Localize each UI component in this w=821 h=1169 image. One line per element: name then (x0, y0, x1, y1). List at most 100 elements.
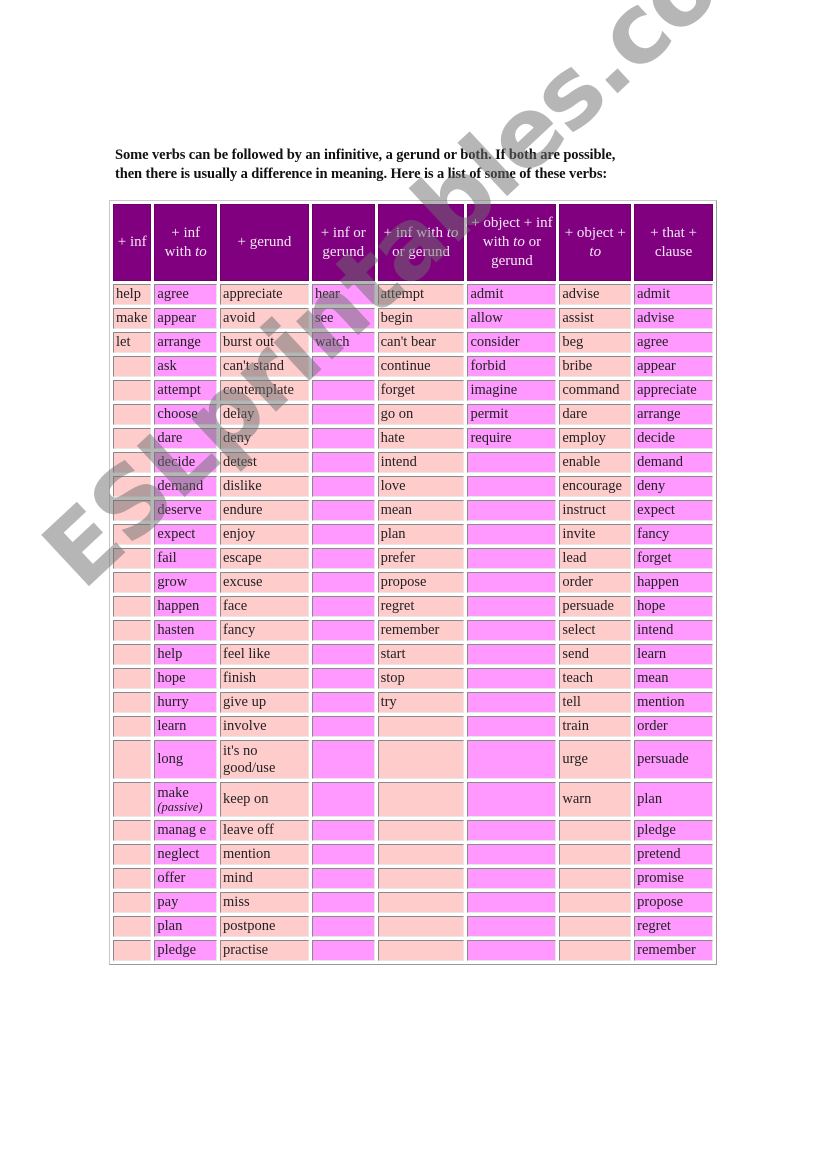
cell-inf (113, 356, 152, 377)
cell-inf-with-to: long (154, 740, 218, 779)
intro-paragraph: Some verbs can be followed by an infinit… (115, 146, 715, 184)
cell-gerund: leave off (220, 820, 309, 841)
cell-gerund: excuse (220, 572, 309, 593)
cell-object-to: dare (559, 404, 632, 425)
cell-that-clause: promise (634, 868, 713, 889)
cell-inf-with-to-or-gerund: attempt (377, 284, 465, 305)
cell-inf-or-gerund (311, 644, 375, 665)
cell-object-inf-with-to-or-gerund: permit (467, 404, 557, 425)
cell-inf-or-gerund (311, 452, 375, 473)
verb-table: + inf + inf with to + gerund + inf or ge… (110, 201, 716, 964)
cell-inf-with-to-or-gerund: propose (377, 572, 465, 593)
cell-inf-or-gerund (311, 782, 375, 817)
cell-gerund: avoid (220, 308, 309, 329)
cell-object-inf-with-to-or-gerund (467, 820, 557, 841)
cell-that-clause: happen (634, 572, 713, 593)
cell-gerund: enjoy (220, 524, 309, 545)
cell-object-inf-with-to-or-gerund: forbid (467, 356, 557, 377)
cell-inf-with-to-or-gerund: can't bear (377, 332, 465, 353)
cell-object-inf-with-to-or-gerund (467, 716, 557, 737)
cell-inf-with-to: attempt (154, 380, 218, 401)
cell-inf-with-to: hasten (154, 620, 218, 641)
cell-that-clause: persuade (634, 740, 713, 779)
cell-object-inf-with-to-or-gerund (467, 644, 557, 665)
header-inf-or-gerund: + inf or gerund (311, 204, 375, 281)
cell-object-to: invite (559, 524, 632, 545)
cell-inf-or-gerund: watch (311, 332, 375, 353)
cell-gerund: dislike (220, 476, 309, 497)
cell-that-clause: pretend (634, 844, 713, 865)
cell-object-to: tell (559, 692, 632, 713)
cell-that-clause: pledge (634, 820, 713, 841)
cell-gerund: involve (220, 716, 309, 737)
cell-object-inf-with-to-or-gerund (467, 844, 557, 865)
cell-inf-with-to-or-gerund: remember (377, 620, 465, 641)
cell-inf (113, 782, 152, 817)
cell-inf-with-to-or-gerund (377, 820, 465, 841)
cell-object-inf-with-to-or-gerund (467, 916, 557, 937)
cell-inf (113, 820, 152, 841)
cell-inf-with-to: manag e (154, 820, 218, 841)
cell-that-clause: arrange (634, 404, 713, 425)
cell-that-clause: forget (634, 548, 713, 569)
cell-inf (113, 524, 152, 545)
cell-inf (113, 476, 152, 497)
cell-inf-with-to-or-gerund: continue (377, 356, 465, 377)
cell-inf (113, 620, 152, 641)
table-row: plan postpone regret (113, 916, 713, 937)
cell-that-clause: advise (634, 308, 713, 329)
table-row: happen face regret persuade hope (113, 596, 713, 617)
cell-that-clause: demand (634, 452, 713, 473)
cell-object-to: teach (559, 668, 632, 689)
cell-inf-or-gerund (311, 500, 375, 521)
cell-object-to (559, 844, 632, 865)
cell-inf-or-gerund (311, 548, 375, 569)
cell-inf-with-to-or-gerund: love (377, 476, 465, 497)
table-row: demand dislike love encourage deny (113, 476, 713, 497)
header-that-clause: + that + clause (634, 204, 713, 281)
cell-inf-or-gerund (311, 716, 375, 737)
cell-inf-with-to: dare (154, 428, 218, 449)
cell-inf-or-gerund (311, 404, 375, 425)
table-row: decide detest intend enable demand (113, 452, 713, 473)
cell-inf (113, 716, 152, 737)
cell-inf-or-gerund (311, 820, 375, 841)
cell-inf-or-gerund (311, 428, 375, 449)
table-row: expect enjoy plan invite fancy (113, 524, 713, 545)
table-row: neglect mention pretend (113, 844, 713, 865)
table-row: fail escape prefer lead forget (113, 548, 713, 569)
cell-object-to: lead (559, 548, 632, 569)
cell-inf (113, 740, 152, 779)
table-row: choose delay go on permit dare arrange (113, 404, 713, 425)
cell-inf (113, 596, 152, 617)
cell-inf-or-gerund (311, 524, 375, 545)
cell-object-inf-with-to-or-gerund (467, 620, 557, 641)
table-row: pledge practise remember (113, 940, 713, 961)
cell-object-to: beg (559, 332, 632, 353)
header-gerund: + gerund (220, 204, 309, 281)
cell-object-to: warn (559, 782, 632, 817)
cell-that-clause: remember (634, 940, 713, 961)
header-inf-with-to-or-gerund: + inf with to or gerund (377, 204, 465, 281)
cell-that-clause: appreciate (634, 380, 713, 401)
cell-object-to: select (559, 620, 632, 641)
cell-inf-with-to: decide (154, 452, 218, 473)
cell-inf-with-to-or-gerund: stop (377, 668, 465, 689)
cell-object-inf-with-to-or-gerund (467, 740, 557, 779)
cell-inf-with-to: plan (154, 916, 218, 937)
cell-inf-or-gerund (311, 844, 375, 865)
cell-inf-with-to: learn (154, 716, 218, 737)
cell-inf: help (113, 284, 152, 305)
cell-inf-with-to-or-gerund: regret (377, 596, 465, 617)
cell-that-clause: order (634, 716, 713, 737)
cell-inf-with-to: pledge (154, 940, 218, 961)
cell-object-to: command (559, 380, 632, 401)
cell-inf-or-gerund (311, 356, 375, 377)
header-inf-with-to: + inf with to (154, 204, 218, 281)
cell-inf (113, 916, 152, 937)
cell-inf-or-gerund (311, 740, 375, 779)
cell-gerund: contemplate (220, 380, 309, 401)
cell-inf-or-gerund (311, 572, 375, 593)
cell-that-clause: decide (634, 428, 713, 449)
header-object-to: + object + to (559, 204, 632, 281)
